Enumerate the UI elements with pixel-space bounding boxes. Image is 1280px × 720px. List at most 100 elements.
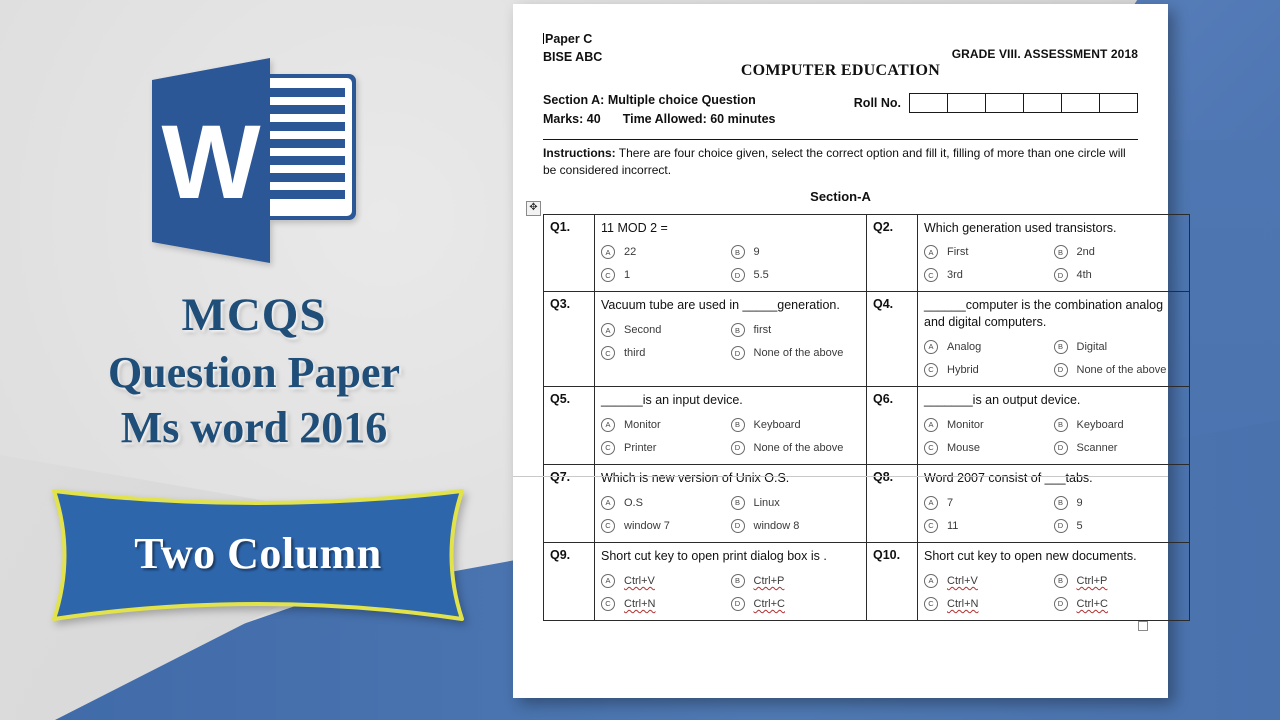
option-d[interactable]: D Ctrl+C bbox=[730, 596, 861, 611]
option-c[interactable]: C1 bbox=[601, 268, 731, 283]
option-label: Linux bbox=[753, 496, 780, 509]
option-bubble-a[interactable]: A bbox=[601, 418, 615, 433]
exam-meta-left: Section A: Multiple choice Question Mark… bbox=[543, 91, 776, 129]
option-row: A Analog B Digital bbox=[924, 340, 1184, 355]
option-bubble-a[interactable]: A bbox=[924, 418, 938, 433]
roll-no-cell[interactable] bbox=[1100, 94, 1137, 112]
option-a[interactable]: A 22 bbox=[601, 245, 731, 260]
option-bubble-d[interactable]: D bbox=[730, 268, 745, 283]
option-bubble-b[interactable]: B bbox=[730, 418, 745, 433]
headline-line-1: MCQS bbox=[181, 289, 327, 341]
option-bubble-b[interactable]: B bbox=[1053, 418, 1068, 433]
option-c[interactable]: C Ctrl+N bbox=[601, 596, 731, 611]
option-d[interactable]: D 4th bbox=[1053, 268, 1184, 283]
roll-no-cell[interactable] bbox=[1062, 94, 1100, 113]
option-c[interactable]: Cwindow 7 bbox=[601, 518, 731, 533]
option-bubble-b[interactable]: B bbox=[730, 323, 745, 338]
roll-no-cell[interactable] bbox=[986, 94, 1024, 113]
option-d[interactable]: D None of the above bbox=[1053, 363, 1184, 378]
options-group: A Ctrl+V B Ctrl+P C Ctrl+N D Ctrl+C bbox=[924, 573, 1184, 611]
option-c[interactable]: C Hybrid bbox=[924, 363, 1054, 378]
option-c[interactable]: C Ctrl+N bbox=[924, 596, 1054, 611]
option-bubble-b[interactable]: B bbox=[1053, 340, 1068, 355]
option-a[interactable]: A7 bbox=[924, 495, 1054, 510]
option-bubble-a[interactable]: A bbox=[601, 245, 615, 260]
option-c[interactable]: Cthird bbox=[601, 346, 731, 361]
option-bubble-d[interactable]: D bbox=[1053, 441, 1068, 456]
option-bubble-c[interactable]: C bbox=[924, 518, 938, 533]
option-bubble-c[interactable]: C bbox=[601, 268, 615, 283]
option-b[interactable]: B9 bbox=[1053, 495, 1184, 510]
option-bubble-d[interactable]: D bbox=[730, 518, 745, 533]
option-bubble-d[interactable]: D bbox=[1053, 518, 1068, 533]
option-b[interactable]: B Ctrl+P bbox=[1053, 573, 1184, 588]
option-bubble-b[interactable]: B bbox=[730, 495, 745, 510]
option-b[interactable]: B Keyboard bbox=[730, 418, 861, 433]
option-bubble-a[interactable]: A bbox=[924, 340, 938, 355]
option-bubble-a[interactable]: A bbox=[601, 323, 615, 338]
option-d[interactable]: D 5.5 bbox=[730, 268, 861, 283]
option-a[interactable]: A Ctrl+V bbox=[601, 573, 731, 588]
option-d[interactable]: D Scanner bbox=[1053, 441, 1184, 456]
option-bubble-c[interactable]: C bbox=[601, 441, 615, 456]
option-a[interactable]: A Monitor bbox=[601, 418, 731, 433]
option-bubble-d[interactable]: D bbox=[730, 441, 745, 456]
option-a[interactable]: A Analog bbox=[924, 340, 1054, 355]
document-header-row: Paper C BISE ABC GRADE VIII. ASSESSMENT … bbox=[543, 30, 1138, 66]
option-a[interactable]: A O.S bbox=[601, 495, 731, 510]
option-a[interactable]: A Monitor bbox=[924, 418, 1054, 433]
option-b[interactable]: B Keyboard bbox=[1053, 418, 1184, 433]
option-bubble-a[interactable]: A bbox=[924, 495, 938, 510]
option-d[interactable]: D None of the above bbox=[730, 346, 861, 361]
option-bubble-d[interactable]: D bbox=[730, 596, 745, 611]
option-c[interactable]: C 11 bbox=[924, 518, 1054, 533]
option-bubble-c[interactable]: C bbox=[924, 596, 938, 611]
option-bubble-c[interactable]: C bbox=[924, 441, 938, 456]
option-bubble-a[interactable]: A bbox=[924, 573, 938, 588]
option-bubble-b[interactable]: B bbox=[730, 573, 745, 588]
option-bubble-b[interactable]: B bbox=[1053, 573, 1068, 588]
option-c[interactable]: C Printer bbox=[601, 441, 731, 456]
option-d[interactable]: D None of the above bbox=[730, 441, 861, 456]
question-number: Q1. bbox=[543, 213, 595, 293]
option-c[interactable]: C 3rd bbox=[924, 268, 1054, 283]
option-b[interactable]: B Linux bbox=[730, 495, 861, 510]
roll-no-cell[interactable] bbox=[1024, 94, 1062, 113]
option-b[interactable]: B Digital bbox=[1053, 340, 1184, 355]
option-bubble-c[interactable]: C bbox=[924, 268, 938, 283]
option-b[interactable]: B 2nd bbox=[1053, 245, 1184, 260]
option-bubble-a[interactable]: A bbox=[601, 495, 615, 510]
option-bubble-d[interactable]: D bbox=[1053, 363, 1068, 378]
option-row: A 22 B9 bbox=[601, 245, 861, 260]
option-bubble-d[interactable]: D bbox=[1053, 268, 1068, 283]
option-bubble-b[interactable]: B bbox=[1053, 245, 1068, 260]
table-resize-handle-icon[interactable] bbox=[1138, 620, 1148, 631]
option-bubble-d[interactable]: D bbox=[730, 346, 745, 361]
question-text: 11 MOD 2 = bbox=[601, 220, 668, 235]
option-d[interactable]: Dwindow 8 bbox=[730, 518, 861, 533]
option-c[interactable]: C Mouse bbox=[924, 441, 1054, 456]
option-b[interactable]: Bfirst bbox=[730, 323, 861, 338]
option-bubble-a[interactable]: A bbox=[924, 245, 938, 260]
option-b[interactable]: B Ctrl+P bbox=[730, 573, 861, 588]
roll-no-cell[interactable] bbox=[948, 94, 986, 113]
option-b[interactable]: B9 bbox=[730, 245, 861, 260]
option-a[interactable]: A Ctrl+V bbox=[924, 573, 1054, 588]
option-a[interactable]: A Second bbox=[601, 323, 731, 338]
options-group: A Monitor B Keyboard bbox=[601, 418, 861, 433]
option-a[interactable]: A First bbox=[924, 245, 1054, 260]
option-bubble-d[interactable]: D bbox=[1053, 596, 1068, 611]
option-bubble-b[interactable]: B bbox=[730, 245, 745, 260]
option-bubble-c[interactable]: C bbox=[924, 363, 938, 378]
option-d[interactable]: D Ctrl+C bbox=[1053, 596, 1184, 611]
option-bubble-a[interactable]: A bbox=[601, 573, 615, 588]
document-page: Paper C BISE ABC GRADE VIII. ASSESSMENT … bbox=[513, 4, 1190, 698]
option-bubble-b[interactable]: B bbox=[1053, 495, 1068, 510]
roll-no-boxes[interactable] bbox=[909, 93, 1138, 114]
option-bubble-c[interactable]: C bbox=[601, 346, 615, 361]
option-bubble-c[interactable]: C bbox=[601, 596, 615, 611]
roll-no-cell[interactable] bbox=[910, 94, 948, 113]
table-move-handle-icon[interactable]: ✥ bbox=[526, 200, 541, 216]
option-d[interactable]: D5 bbox=[1053, 518, 1184, 533]
option-bubble-c[interactable]: C bbox=[601, 518, 615, 533]
